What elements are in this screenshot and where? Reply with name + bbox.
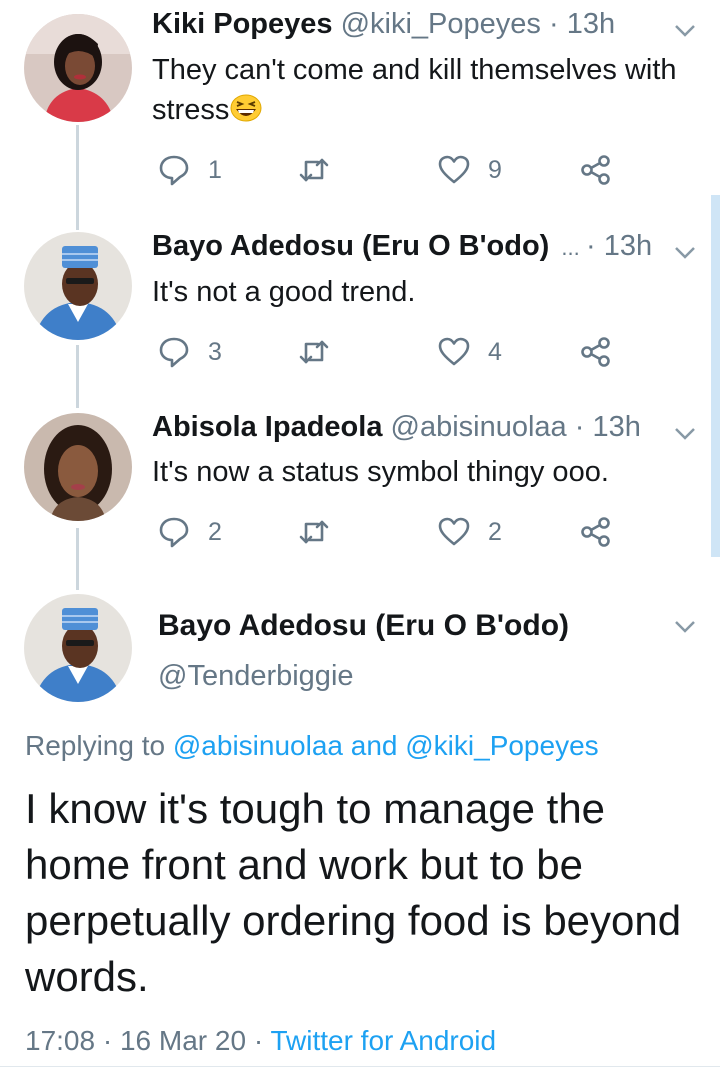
tweet-text: I know it's tough to manage the home fro… [25, 785, 682, 1000]
reply-action[interactable]: 3 [158, 336, 222, 368]
reply-time: · 13h [586, 228, 652, 264]
user-handle[interactable]: @Tenderbiggie [158, 657, 354, 695]
reply-count: 2 [208, 517, 222, 546]
like-action[interactable]: 9 [438, 154, 502, 186]
thread-connector [76, 528, 79, 590]
source-link[interactable]: Twitter for Android [270, 1025, 496, 1056]
tweet-date: 16 Mar 20 [119, 1025, 247, 1056]
tweet-text: It's now a status symbol thingy ooo. [152, 456, 609, 488]
reply-icon [159, 155, 189, 186]
replying-and[interactable]: and [351, 730, 398, 761]
separator: · [253, 1025, 264, 1056]
retweet-action[interactable] [298, 154, 330, 186]
tweet-time: 17:08 [25, 1025, 96, 1056]
chevron-down-icon[interactable] [674, 620, 696, 634]
avatar[interactable] [24, 413, 132, 521]
like-count: 4 [488, 337, 502, 366]
like-icon [438, 337, 470, 366]
chevron-down-icon[interactable] [674, 246, 696, 260]
like-icon [438, 155, 470, 184]
tweet-text: It's not a good trend. [152, 276, 416, 308]
chevron-down-icon[interactable] [674, 24, 696, 38]
user-handle[interactable]: @kiki_Popeyes [341, 8, 541, 40]
timestamp[interactable]: 13h [604, 230, 652, 262]
reply-header: Bayo Adedosu (Eru O B'odo) ... [152, 228, 580, 266]
retweet-icon [299, 520, 329, 544]
share-icon [581, 155, 610, 185]
replying-prefix: Replying to [25, 730, 166, 761]
like-icon [438, 517, 470, 546]
share-icon [581, 517, 610, 547]
reply-header: Abisola Ipadeola @abisinuolaa · 13h [152, 409, 641, 445]
scrollbar[interactable] [711, 195, 720, 557]
display-name[interactable]: Bayo Adedosu (Eru O B'odo) [152, 230, 549, 262]
retweet-action[interactable] [298, 336, 330, 368]
reply-action[interactable]: 1 [158, 154, 222, 186]
display-name[interactable]: Kiki Popeyes [152, 8, 333, 40]
reply-count: 3 [208, 337, 222, 366]
separator: · [102, 1025, 113, 1056]
tweet-text: They can't come and kill themselves with… [152, 50, 702, 130]
separator: · [548, 8, 559, 40]
display-name[interactable]: Abisola Ipadeola [152, 411, 382, 443]
user-handle[interactable]: @abisinuolaa [391, 411, 567, 443]
retweet-icon [299, 158, 329, 182]
share-icon [581, 337, 610, 367]
timestamp[interactable]: 13h [592, 411, 640, 443]
reply-header: Kiki Popeyes @kiki_Popeyes · 13h [152, 6, 615, 42]
share-action[interactable] [580, 516, 612, 548]
avatar[interactable] [24, 232, 132, 340]
like-action[interactable]: 4 [438, 336, 502, 368]
grinning-squinting-face-icon [229, 93, 263, 123]
mention-link[interactable]: @abisinuolaa [173, 730, 343, 761]
thread-connector [76, 125, 79, 230]
like-count: 9 [488, 155, 502, 184]
name-ellipsis: ... [561, 235, 580, 260]
reply-icon [159, 337, 189, 368]
retweet-icon [299, 340, 329, 364]
separator: · [574, 411, 585, 443]
like-count: 2 [488, 517, 502, 546]
separator: · [586, 230, 596, 262]
chevron-down-icon[interactable] [674, 427, 696, 441]
reply-icon [159, 517, 189, 548]
timestamp[interactable]: 13h [567, 8, 615, 40]
share-action[interactable] [580, 336, 612, 368]
thread-connector [76, 345, 79, 408]
divider [0, 1066, 720, 1067]
like-action[interactable]: 2 [438, 516, 502, 548]
mention-link[interactable]: @kiki_Popeyes [405, 730, 598, 761]
tweet-meta: 17:08 · 16 Mar 20 · Twitter for Android [25, 1022, 496, 1060]
share-action[interactable] [580, 154, 612, 186]
avatar[interactable] [24, 594, 132, 702]
reply-action[interactable]: 2 [158, 516, 222, 548]
display-name[interactable]: Bayo Adedosu (Eru O B'odo) [158, 607, 569, 645]
retweet-action[interactable] [298, 516, 330, 548]
replying-to: Replying to @abisinuolaa and @kiki_Popey… [25, 727, 599, 765]
reply-count: 1 [208, 155, 222, 184]
avatar[interactable] [24, 14, 132, 122]
